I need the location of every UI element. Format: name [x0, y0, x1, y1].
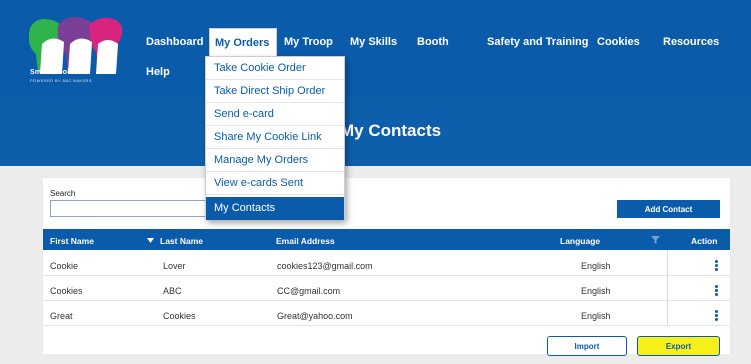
logo-text: Smart Cookies: [30, 69, 82, 76]
nav-resources[interactable]: Resources: [663, 36, 719, 48]
menu-item-my-contacts[interactable]: My Contacts: [206, 197, 344, 220]
filter-icon[interactable]: [651, 236, 660, 244]
cell-last-name: ABC: [163, 286, 182, 296]
sort-triangle-down-icon[interactable]: [147, 238, 154, 243]
table-row: [43, 251, 730, 276]
nav-cookies[interactable]: Cookies: [597, 36, 640, 48]
column-header-language[interactable]: Language: [560, 236, 600, 246]
column-header-first-name[interactable]: First Name: [50, 236, 94, 246]
cell-last-name: Lover: [163, 261, 186, 271]
row-action-kebab-icon[interactable]: [715, 285, 719, 297]
menu-item-take-cookie-order[interactable]: Take Cookie Order: [206, 57, 344, 80]
menu-item-share-my-cookie-link[interactable]: Share My Cookie Link: [206, 126, 344, 149]
column-header-last-name[interactable]: Last Name: [160, 236, 203, 246]
nav-my-skills[interactable]: My Skills: [350, 36, 397, 48]
cell-last-name: Cookies: [163, 311, 196, 321]
cell-email: Great@yahoo.com: [277, 311, 353, 321]
menu-item-view-e-cards-sent[interactable]: View e-cards Sent: [206, 172, 344, 195]
table-row: [43, 301, 730, 326]
cell-language: English: [581, 286, 611, 296]
menu-item-take-direct-ship-order[interactable]: Take Direct Ship Order: [206, 80, 344, 103]
cell-email: cookies123@gmail.com: [277, 261, 373, 271]
nav-safety-and-training[interactable]: Safety and Training: [487, 36, 588, 48]
cell-language: English: [581, 311, 611, 321]
menu-item-send-e-card[interactable]: Send e-card: [206, 103, 344, 126]
smart-cookies-logo[interactable]: [22, 14, 132, 88]
row-action-kebab-icon[interactable]: [715, 310, 719, 322]
cell-first-name: Great: [50, 311, 73, 321]
column-divider: [667, 250, 668, 325]
table-row: [43, 276, 730, 301]
nav-dashboard[interactable]: Dashboard: [146, 36, 203, 48]
page-title: My Contacts: [340, 121, 442, 140]
nav-my-orders[interactable]: My Orders: [209, 28, 277, 56]
import-button[interactable]: Import: [547, 336, 627, 356]
nav-help[interactable]: Help: [146, 66, 170, 78]
column-header-action: Action: [691, 236, 718, 246]
nav-my-troop[interactable]: My Troop: [284, 36, 333, 48]
logo-subtitle: POWERED BY ABC BAKERS: [30, 78, 92, 83]
cell-first-name: Cookie: [50, 261, 79, 271]
search-label: Search: [50, 189, 76, 198]
cell-email: CC@gmail.com: [277, 286, 341, 296]
search-input[interactable]: [50, 200, 218, 217]
cell-first-name: Cookies: [50, 286, 83, 296]
column-header-email-address[interactable]: Email Address: [276, 236, 335, 246]
export-button[interactable]: Export: [637, 336, 720, 356]
menu-item-manage-my-orders[interactable]: Manage My Orders: [206, 149, 344, 172]
row-action-kebab-icon[interactable]: [715, 260, 719, 272]
add-contact-button[interactable]: Add Contact: [617, 200, 720, 218]
my-orders-dropdown-menu: Take Cookie Order Take Direct Ship Order…: [205, 56, 345, 220]
nav-booth[interactable]: Booth: [417, 36, 449, 48]
cell-language: English: [581, 261, 611, 271]
